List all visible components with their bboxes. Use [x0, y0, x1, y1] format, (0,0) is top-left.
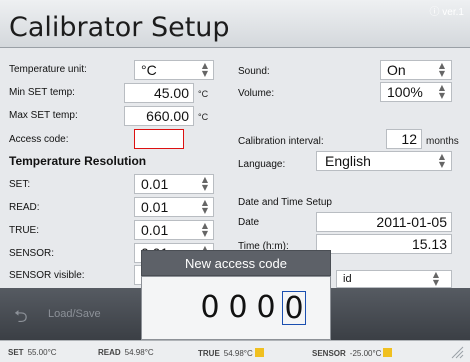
- min-set-temp-unit: °C: [198, 89, 209, 99]
- status-true-label: TRUE: [198, 349, 220, 358]
- set-resolution-spinner-icon[interactable]: ▲ ▼: [199, 176, 211, 192]
- true-resolution-label: TRUE:: [9, 225, 39, 236]
- corner-info-label: ⓘ ver.1: [429, 7, 464, 18]
- max-set-temp-field[interactable]: 660.00: [124, 106, 194, 126]
- status-sensor-value: -25.00°C: [349, 349, 382, 358]
- time-field[interactable]: 15.13: [316, 234, 452, 254]
- status-true-value: 54.98°C: [223, 349, 253, 358]
- min-set-temp-field[interactable]: 45.00: [124, 83, 194, 103]
- load-save-button[interactable]: ⮌ Load/Save: [8, 300, 134, 330]
- load-save-label: Load/Save: [48, 308, 101, 320]
- sound-spinner-icon[interactable]: ▲ ▼: [436, 62, 448, 78]
- volume-spinner-icon[interactable]: ▲ ▼: [436, 84, 448, 100]
- language-spinner-icon[interactable]: ▲ ▼: [436, 153, 448, 169]
- language-label: Language:: [238, 159, 286, 170]
- page-title: Calibrator Setup: [9, 12, 230, 43]
- status-bar: SET 55.00°C READ 54.98°C TRUE 54.98°C SENSO…: [0, 340, 470, 362]
- date-label: Date: [238, 217, 260, 228]
- status-read-value: 54.98°C: [124, 348, 154, 357]
- language-select[interactable]: English: [316, 151, 452, 171]
- calibration-interval-unit: months: [426, 136, 459, 147]
- read-resolution-label: READ:: [9, 202, 40, 213]
- calibration-interval-label: Calibration interval:: [238, 136, 324, 147]
- temperature-unit-spinner-icon[interactable]: ▲ ▼: [199, 62, 211, 78]
- sensor-warning-icon: [383, 348, 393, 357]
- date-field[interactable]: 2011-01-05: [316, 212, 452, 232]
- volume-label: Volume:: [238, 88, 275, 99]
- sensor-visible-label: SENSOR visible:: [9, 270, 85, 281]
- access-code-field[interactable]: [134, 129, 184, 149]
- back-arrow-icon: ⮌: [14, 307, 28, 326]
- status-true: TRUE 54.98°C: [198, 348, 264, 358]
- max-set-temp-unit: °C: [198, 112, 209, 122]
- sensor-resolution-label: SENSOR:: [9, 248, 55, 259]
- title-bar: Calibrator Setup ⓘ ver.1: [0, 0, 470, 48]
- true-warning-icon: [254, 348, 264, 357]
- status-sensor: SENSOR -25.00°C: [312, 348, 393, 358]
- partial-dropdown-spinner-icon[interactable]: ▲ ▼: [430, 271, 442, 287]
- date-time-setup-title: Date and Time Setup: [238, 197, 332, 208]
- status-set: SET 55.00°C: [8, 348, 57, 357]
- min-set-temp-label: Min SET temp:: [9, 87, 75, 98]
- max-set-temp-label: Max SET temp:: [9, 110, 78, 121]
- access-code-label: Access code:: [9, 134, 69, 145]
- status-sensor-label: SENSOR: [312, 349, 346, 358]
- new-access-code-dialog-title: New access code: [141, 250, 331, 276]
- status-read: READ 54.98°C: [98, 348, 154, 357]
- access-code-digit-3[interactable]: 0: [254, 291, 278, 325]
- true-resolution-spinner-icon[interactable]: ▲ ▼: [199, 222, 211, 238]
- status-set-value: 55.00°C: [27, 348, 57, 357]
- sound-label: Sound:: [238, 66, 270, 77]
- new-access-code-dialog: 0 0 0 0: [141, 276, 331, 340]
- access-code-digit-4[interactable]: 0: [282, 291, 306, 326]
- set-resolution-label: SET:: [9, 179, 31, 190]
- status-set-label: SET: [8, 348, 24, 357]
- status-read-label: READ: [98, 348, 121, 357]
- calibration-interval-field[interactable]: 12: [386, 129, 422, 149]
- resize-grip-icon: [451, 346, 464, 359]
- temperature-resolution-title: Temperature Resolution: [9, 154, 147, 168]
- access-code-digit-1[interactable]: 0: [198, 291, 222, 325]
- temperature-unit-label: Temperature unit:: [9, 64, 87, 75]
- access-code-digit-2[interactable]: 0: [226, 291, 250, 325]
- read-resolution-spinner-icon[interactable]: ▲ ▼: [199, 199, 211, 215]
